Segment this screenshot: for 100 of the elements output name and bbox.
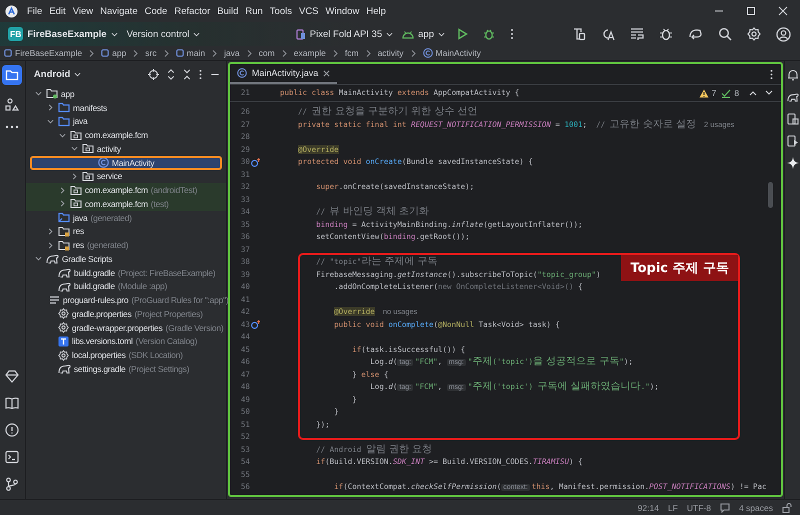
indent-setting[interactable]: 4 spaces bbox=[738, 502, 773, 512]
tree-item[interactable]: build.gradle (Project: FireBaseExample) bbox=[26, 266, 226, 280]
tree-item[interactable]: java bbox=[26, 114, 226, 128]
breadcrumb-item[interactable]: activity bbox=[378, 48, 404, 58]
vcs-menu[interactable]: Version control bbox=[126, 28, 200, 40]
chevron-icon[interactable] bbox=[34, 90, 42, 98]
tree-item[interactable]: gradle.properties (Project Properties) bbox=[26, 307, 226, 321]
check-icon[interactable] bbox=[721, 88, 732, 98]
override-marker-icon[interactable] bbox=[251, 320, 260, 330]
debug-icon[interactable] bbox=[483, 28, 495, 40]
more-icon[interactable] bbox=[198, 68, 202, 80]
tree-item[interactable]: proguard-rules.pro (ProGuard Rules for ":app") bbox=[26, 293, 226, 307]
project-switcher[interactable]: FireBaseExample bbox=[27, 28, 118, 40]
menu-item[interactable]: View bbox=[72, 6, 94, 16]
chevron-icon[interactable] bbox=[46, 228, 54, 235]
menu-item[interactable]: Refactor bbox=[174, 6, 210, 16]
expand-all-icon[interactable] bbox=[166, 68, 175, 80]
chevron-icon[interactable] bbox=[70, 172, 78, 180]
bell-icon[interactable] bbox=[786, 69, 799, 81]
menu-item[interactable]: Window bbox=[326, 6, 360, 16]
cursor-position[interactable]: 92:14 bbox=[638, 502, 659, 512]
info-icon[interactable] bbox=[5, 423, 20, 437]
chevron-icon[interactable] bbox=[58, 200, 66, 208]
more-icon[interactable] bbox=[510, 28, 514, 40]
tree-item[interactable]: res bbox=[26, 224, 226, 238]
tree-item[interactable]: res (generated) bbox=[26, 238, 226, 252]
profile-icon[interactable] bbox=[776, 26, 791, 42]
close-icon[interactable] bbox=[323, 70, 330, 76]
structure-icon[interactable] bbox=[5, 98, 20, 112]
chevron-down-icon[interactable] bbox=[765, 90, 774, 96]
chevron-icon[interactable] bbox=[46, 118, 54, 125]
breadcrumb-item[interactable]: app bbox=[101, 48, 126, 58]
breadcrumb-item[interactable]: FireBaseExample bbox=[4, 48, 82, 58]
tree-item[interactable]: settings.gradle (Project Settings) bbox=[26, 362, 226, 376]
device-selector[interactable]: Pixel Fold API 35 bbox=[296, 28, 394, 40]
tree-item[interactable]: app bbox=[26, 87, 226, 101]
sync-icon[interactable] bbox=[688, 27, 703, 41]
tree-item[interactable]: libs.versions.toml (Version Catalog) bbox=[26, 334, 226, 348]
diamond-icon[interactable] bbox=[5, 369, 20, 383]
chevron-icon[interactable] bbox=[46, 242, 54, 249]
chevron-icon[interactable] bbox=[58, 132, 66, 139]
comment-icon[interactable] bbox=[720, 502, 730, 512]
breadcrumb-item[interactable]: src bbox=[145, 48, 157, 58]
elephant-icon[interactable] bbox=[786, 91, 799, 103]
tree-item[interactable]: service bbox=[26, 170, 226, 184]
list-icon[interactable] bbox=[630, 27, 644, 41]
tree-item[interactable]: activity bbox=[26, 142, 226, 156]
chevron-icon[interactable] bbox=[70, 145, 78, 152]
run-icon[interactable] bbox=[457, 28, 468, 40]
chevron-icon[interactable] bbox=[58, 186, 66, 194]
breadcrumb-item[interactable]: main bbox=[176, 48, 206, 58]
breadcrumb-item[interactable]: java bbox=[224, 48, 240, 58]
locate-icon[interactable] bbox=[148, 68, 159, 80]
tree-item[interactable]: MainActivity bbox=[30, 156, 222, 170]
git-branch-icon[interactable] bbox=[5, 477, 20, 491]
chevron-up-icon[interactable] bbox=[749, 90, 758, 96]
line-separator[interactable]: LF bbox=[668, 502, 678, 512]
tree-item[interactable]: gradle-wrapper.properties (Gradle Version) bbox=[26, 320, 226, 334]
chevron-icon[interactable] bbox=[34, 255, 42, 262]
scrollbar-thumb[interactable] bbox=[768, 182, 774, 208]
menu-item[interactable]: VCS bbox=[298, 6, 319, 16]
tree-item[interactable]: com.example.fcm (androidTest) bbox=[26, 183, 226, 197]
tree-item[interactable]: com.example.fcm bbox=[26, 128, 226, 142]
project-view-selector[interactable]: Android bbox=[34, 68, 82, 80]
bug-icon[interactable] bbox=[659, 27, 673, 41]
more-icon[interactable] bbox=[5, 125, 20, 129]
editor-tab[interactable]: MainActivity.java bbox=[230, 64, 338, 84]
breadcrumb-item[interactable]: example bbox=[294, 48, 326, 58]
tree-item[interactable]: com.example.fcm (test) bbox=[26, 197, 226, 211]
lock-icon[interactable] bbox=[782, 502, 792, 512]
sparkle-icon[interactable] bbox=[786, 157, 799, 169]
menu-item[interactable]: Navigate bbox=[100, 6, 138, 16]
menu-item[interactable]: Build bbox=[217, 6, 238, 16]
translate-icon[interactable] bbox=[601, 27, 615, 41]
menu-item[interactable]: Help bbox=[366, 6, 386, 16]
menu-item[interactable]: Run bbox=[245, 6, 263, 16]
override-marker-icon[interactable] bbox=[251, 158, 260, 167]
breadcrumb-item[interactable]: fcm bbox=[344, 48, 359, 58]
folder-icon[interactable] bbox=[2, 65, 22, 85]
device-icon[interactable] bbox=[786, 113, 799, 125]
settings-icon[interactable] bbox=[747, 27, 761, 41]
maximize-icon[interactable] bbox=[746, 6, 756, 16]
device-manager-icon[interactable] bbox=[572, 27, 586, 41]
menu-item[interactable]: Edit bbox=[49, 6, 66, 16]
book-icon[interactable] bbox=[5, 396, 20, 410]
warning-icon[interactable] bbox=[698, 88, 709, 98]
run-configuration[interactable]: app bbox=[402, 28, 445, 40]
tree-item[interactable]: local.properties (SDK Location) bbox=[26, 348, 226, 362]
menu-item[interactable]: Code bbox=[144, 6, 168, 16]
running-devices-icon[interactable] bbox=[786, 135, 799, 147]
tree-item[interactable]: Gradle Scripts bbox=[26, 252, 226, 266]
tree-item[interactable]: manifests bbox=[26, 100, 226, 114]
tree-item[interactable]: java (generated) bbox=[26, 210, 226, 224]
menu-item[interactable]: File bbox=[27, 6, 42, 16]
more-icon[interactable] bbox=[770, 68, 774, 80]
search-icon[interactable] bbox=[718, 27, 732, 41]
chevron-icon[interactable] bbox=[46, 104, 54, 112]
terminal-icon[interactable] bbox=[5, 450, 20, 464]
breadcrumb-item[interactable]: com bbox=[258, 48, 275, 58]
tree-item[interactable]: build.gradle (Module :app) bbox=[26, 280, 226, 294]
